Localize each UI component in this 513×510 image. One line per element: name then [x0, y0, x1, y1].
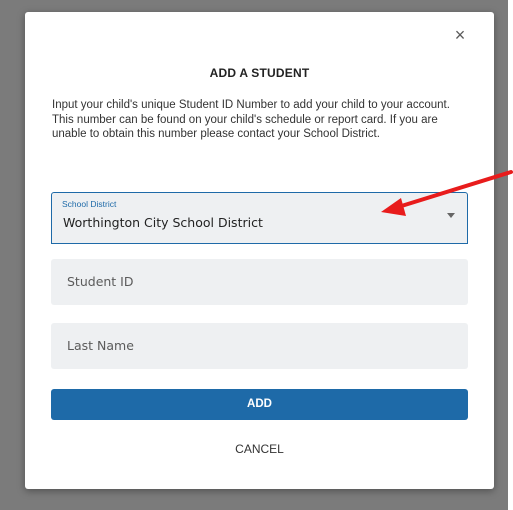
school-district-value: Worthington City School District [63, 215, 263, 230]
last-name-field[interactable]: Last Name [51, 323, 468, 369]
dialog-title: ADD A STUDENT [209, 66, 310, 80]
dialog-description: Input your child's unique Student ID Num… [52, 99, 450, 140]
page-edge [508, 0, 513, 510]
school-district-select[interactable]: School District Worthington City School … [51, 192, 468, 244]
cancel-button[interactable]: CANCEL [25, 442, 494, 456]
close-icon[interactable]: × [451, 26, 469, 44]
school-district-label: School District [62, 199, 117, 209]
add-student-dialog: × ADD A STUDENT Input your child's uniqu… [25, 12, 494, 489]
student-id-placeholder: Student ID [67, 274, 134, 289]
chevron-down-icon[interactable] [447, 213, 455, 218]
last-name-placeholder: Last Name [67, 338, 134, 353]
student-id-field[interactable]: Student ID [51, 259, 468, 305]
add-button[interactable]: ADD [51, 389, 468, 420]
